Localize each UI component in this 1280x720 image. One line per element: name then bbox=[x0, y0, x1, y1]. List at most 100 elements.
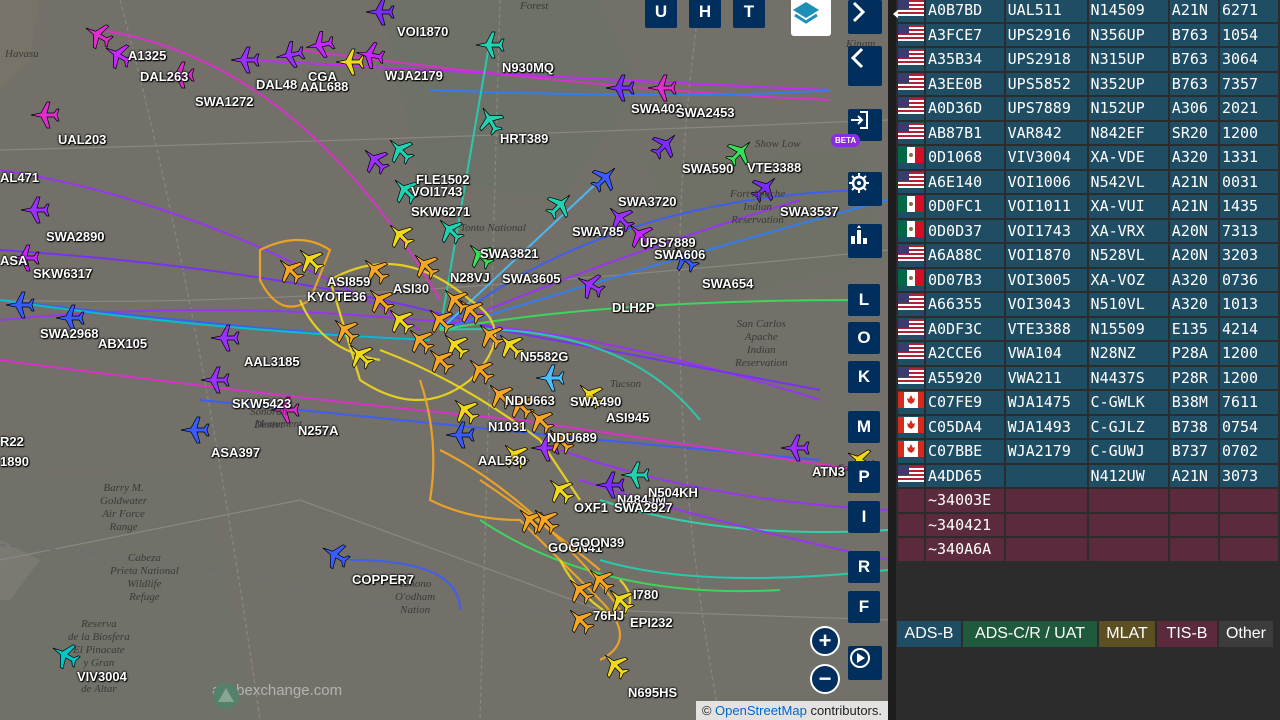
flight-label[interactable]: EPI232 bbox=[630, 615, 673, 630]
flight-label[interactable]: N695HS bbox=[628, 685, 677, 700]
flight-label[interactable]: A1325 bbox=[128, 48, 166, 63]
flight-label[interactable]: 1890 bbox=[0, 454, 29, 469]
aircraft-row[interactable]: 0D0FC1 VOI1011 XA-VUI A21N 1435 bbox=[898, 195, 1278, 218]
map-button-m[interactable]: M bbox=[848, 411, 880, 443]
aircraft-row[interactable]: 0D1068 VIV3004 XA-VDE A320 1331 bbox=[898, 146, 1278, 169]
map-button-r[interactable]: R bbox=[848, 551, 880, 583]
flight-label[interactable]: KYOTE36 bbox=[307, 289, 366, 304]
flight-label[interactable]: SWA3537 bbox=[780, 204, 839, 219]
flight-label[interactable]: NDU663 bbox=[505, 393, 555, 408]
flight-label[interactable]: ASI945 bbox=[606, 410, 649, 425]
flight-label[interactable]: SKW6317 bbox=[33, 266, 92, 281]
aircraft-row[interactable]: AB87B1 VAR842 N842EF SR20 1200 bbox=[898, 121, 1278, 144]
flight-label[interactable]: ASI30 bbox=[393, 281, 429, 296]
map-button-o[interactable]: O bbox=[848, 322, 880, 354]
aircraft-row[interactable]: A0DF3C VTE3388 N15509 E135 4214 bbox=[898, 317, 1278, 340]
flight-label[interactable]: N504KH bbox=[648, 485, 698, 500]
flight-label[interactable]: N257A bbox=[298, 423, 338, 438]
aircraft-row[interactable]: A0B7BD UAL511 N14509 A21N 6271 bbox=[898, 0, 1278, 22]
zoom-in-button[interactable]: + bbox=[810, 626, 840, 656]
flight-label[interactable]: 76HJ bbox=[593, 608, 624, 623]
flight-label[interactable]: GOON39 bbox=[570, 535, 624, 550]
flight-label[interactable]: SWA2968 bbox=[40, 326, 99, 341]
map-button-l[interactable]: L bbox=[848, 284, 880, 316]
aircraft-row[interactable]: A6E140 VOI1006 N542VL A21N 0031 bbox=[898, 170, 1278, 193]
flight-label[interactable]: ATN3 bbox=[812, 464, 845, 479]
flight-label[interactable]: ASI859 bbox=[327, 274, 370, 289]
flight-label[interactable]: AAL530 bbox=[478, 453, 526, 468]
flight-label[interactable]: I780 bbox=[633, 587, 658, 602]
flight-label[interactable]: OXF1 bbox=[574, 500, 608, 515]
aircraft-row[interactable]: ~340421 bbox=[898, 513, 1278, 536]
settings-button[interactable] bbox=[848, 172, 882, 206]
flight-label[interactable]: ASA bbox=[0, 253, 27, 268]
flight-label[interactable]: ABX105 bbox=[98, 336, 147, 351]
map-button-u[interactable]: U bbox=[645, 0, 677, 28]
flight-label[interactable]: SWA490 bbox=[570, 394, 621, 409]
flight-label[interactable]: SWA2890 bbox=[46, 229, 105, 244]
flight-label[interactable]: R22 bbox=[0, 434, 24, 449]
flight-label[interactable]: VOI1870 bbox=[397, 24, 448, 39]
flight-label[interactable]: DAL263 bbox=[140, 69, 188, 84]
aircraft-row[interactable]: ~34003E bbox=[898, 489, 1278, 512]
flight-label[interactable]: N930MQ bbox=[502, 60, 554, 75]
flight-label[interactable]: SWA3821 bbox=[480, 246, 539, 261]
openstreetmap-link[interactable]: OpenStreetMap bbox=[715, 703, 807, 718]
aircraft-row[interactable]: A3EE0B UPS5852 N352UP B763 7357 bbox=[898, 72, 1278, 95]
aircraft-row[interactable]: A66355 VOI3043 N510VL A320 1013 bbox=[898, 293, 1278, 316]
zoom-out-button[interactable]: − bbox=[810, 664, 840, 694]
flight-label[interactable]: AL471 bbox=[0, 170, 39, 185]
panel-resize-handle[interactable] bbox=[888, 0, 913, 720]
flight-label[interactable]: SWA785 bbox=[572, 224, 623, 239]
flight-label[interactable]: SWA1272 bbox=[195, 94, 254, 109]
flight-label[interactable]: SWA3605 bbox=[502, 271, 561, 286]
flight-label[interactable]: ASA397 bbox=[211, 445, 260, 460]
flight-label[interactable]: N28VJ bbox=[450, 270, 490, 285]
flight-label[interactable]: VIV3004 bbox=[77, 669, 127, 684]
replay-button[interactable] bbox=[848, 646, 882, 680]
aircraft-row[interactable]: A0D36D UPS7889 N152UP A306 2021 bbox=[898, 97, 1278, 120]
collapse-panel-button[interactable] bbox=[848, 46, 882, 86]
aircraft-row[interactable]: A3FCE7 UPS2916 N356UP B763 1054 bbox=[898, 23, 1278, 46]
flight-label[interactable]: SWA606 bbox=[654, 247, 705, 262]
map-button-h[interactable]: H bbox=[689, 0, 721, 28]
flight-label[interactable]: SWA654 bbox=[702, 276, 753, 291]
flight-label[interactable]: SWA590 bbox=[682, 161, 733, 176]
aircraft-row[interactable]: C07BBE WJA2179 C-GUWJ B737 0702 bbox=[898, 440, 1278, 463]
map-button-i[interactable]: I bbox=[848, 501, 880, 533]
aircraft-row[interactable]: A35B34 UPS2918 N315UP B763 3064 bbox=[898, 48, 1278, 71]
expand-panel-button[interactable] bbox=[848, 0, 882, 34]
flight-label[interactable]: N1031 bbox=[488, 419, 526, 434]
aircraft-row[interactable]: C07FE9 WJA1475 C-GWLK B38M 7611 bbox=[898, 391, 1278, 414]
flight-label[interactable]: UAL203 bbox=[58, 132, 106, 147]
aircraft-row[interactable]: C05DA4 WJA1493 C-GJLZ B738 0754 bbox=[898, 415, 1278, 438]
flight-label[interactable]: DAL48 bbox=[256, 77, 297, 92]
map-button-t[interactable]: T bbox=[733, 0, 765, 28]
flight-label[interactable]: NDU689 bbox=[547, 430, 597, 445]
aircraft-row[interactable]: A4DD65 N412UW A21N 3073 bbox=[898, 464, 1278, 487]
layers-button[interactable] bbox=[791, 0, 831, 36]
flight-label[interactable]: DLH2P bbox=[612, 300, 655, 315]
flight-label[interactable]: CGA bbox=[308, 69, 337, 84]
flight-label[interactable]: COPPER7 bbox=[352, 572, 414, 587]
aircraft-row[interactable]: ~340A6A bbox=[898, 538, 1278, 561]
map-button-f[interactable]: F bbox=[848, 591, 880, 623]
flight-label[interactable]: SKW6271 bbox=[411, 204, 470, 219]
aircraft-row[interactable]: 0D0D37 VOI1743 XA-VRX A20N 7313 bbox=[898, 219, 1278, 242]
flight-label[interactable]: SWA402 bbox=[631, 101, 682, 116]
flight-label[interactable]: AAL3185 bbox=[244, 354, 300, 369]
aircraft-row[interactable]: A55920 VWA211 N4437S P28R 1200 bbox=[898, 366, 1278, 389]
flight-label[interactable]: SKW5423 bbox=[232, 396, 291, 411]
flight-label[interactable]: VTE3388 bbox=[747, 160, 801, 175]
aircraft-row[interactable]: A6A88C VOI1870 N528VL A20N 3203 bbox=[898, 244, 1278, 267]
aircraft-filter-button[interactable] bbox=[848, 224, 882, 258]
flight-label[interactable]: N5582G bbox=[520, 349, 568, 364]
flight-label[interactable]: SWA2453 bbox=[676, 105, 735, 120]
flight-label[interactable]: SWA3720 bbox=[618, 194, 677, 209]
aircraft-row[interactable]: A2CCE6 VWA104 N28NZ P28A 1200 bbox=[898, 342, 1278, 365]
flight-label[interactable]: SWA2927 bbox=[614, 500, 673, 515]
flight-map[interactable]: Barry M. Goldwater Air Force Range Cabeza… bbox=[0, 0, 888, 720]
aircraft-row[interactable]: 0D07B3 VOI3005 XA-VOZ A320 0736 bbox=[898, 268, 1278, 291]
flight-label[interactable]: VOI1743 bbox=[411, 184, 462, 199]
flight-label[interactable]: HRT389 bbox=[500, 131, 548, 146]
